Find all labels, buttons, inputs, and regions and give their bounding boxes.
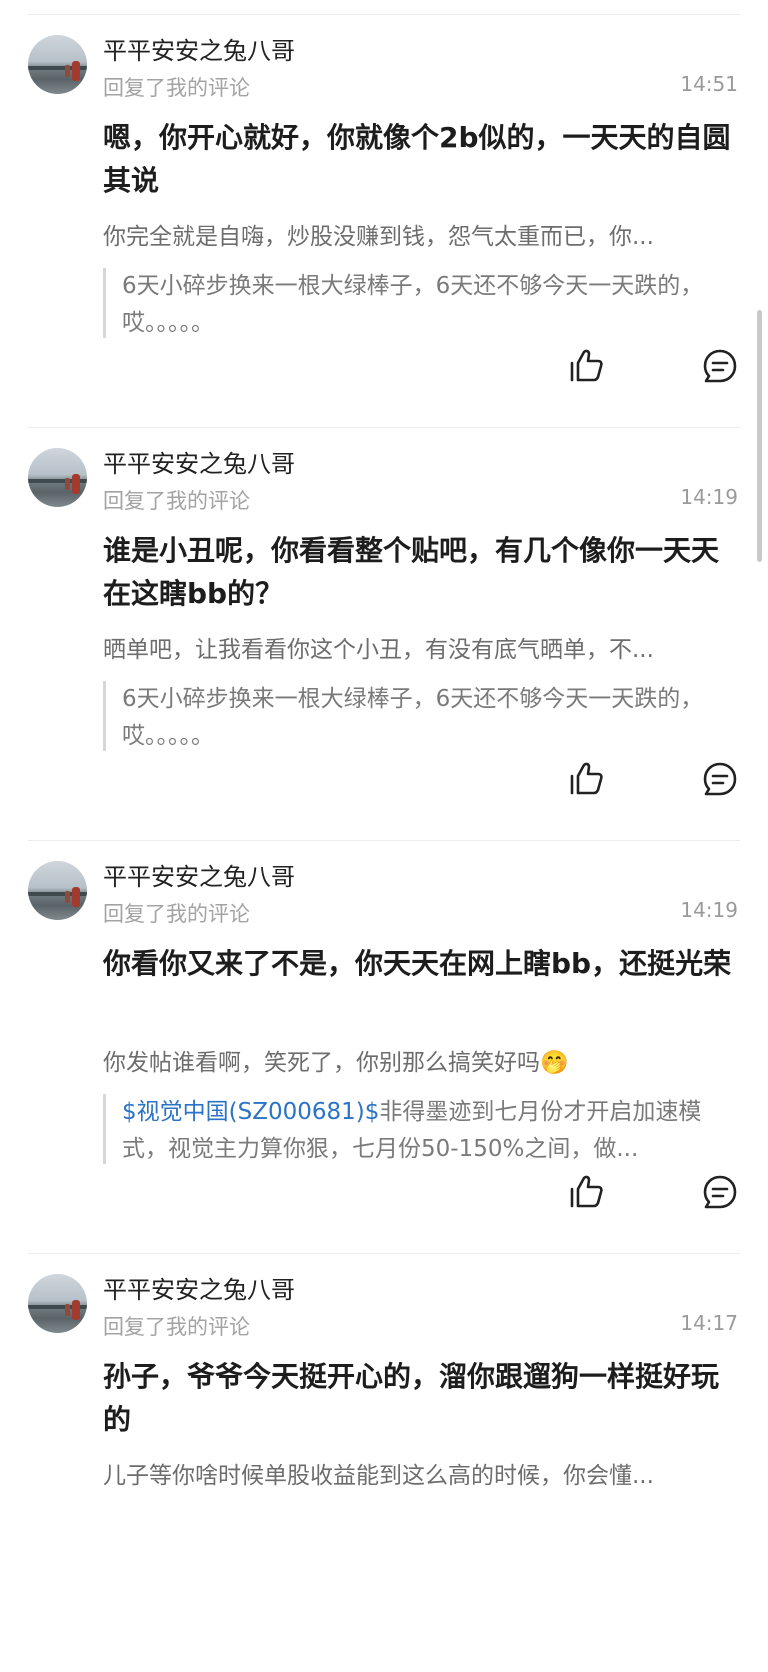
comment-bubble-icon <box>703 1175 737 1209</box>
stock-link[interactable]: $视觉中国(SZ000681)$ <box>122 1099 379 1125</box>
reply-text: 孙子，爷爷今天挺开心的，溜你跟遛狗一样挺好玩的 <box>103 1360 720 1436</box>
avatar[interactable] <box>28 448 87 507</box>
like-button[interactable] <box>566 759 606 799</box>
reply-action: 回复了我的评论 <box>103 1315 250 1339</box>
quoted-post[interactable]: $视觉中国(SZ000681)$非得墨迹到七月份才开启加速模式，视觉主力算你狠，… <box>103 1094 735 1164</box>
quoted-post[interactable]: 6天小碎步换来一根大绿棒子，6天还不够今天一天跌的，哎。。。。。 <box>103 681 735 751</box>
my-comment-text[interactable]: 儿子等你啥时候单股收益能到这么高的时候，你会懂... <box>103 1456 723 1490</box>
my-comment-text[interactable]: 晒单吧，让我看看你这个小丑，有没有底气晒单，不... <box>103 630 723 664</box>
quoted-post-text: 6天小碎步换来一根大绿棒子，6天还不够今天一天跌的，哎。。。。。 <box>122 273 704 336</box>
quoted-post-text: 6天小碎步换来一根大绿棒子，6天还不够今天一天跌的，哎。。。。。 <box>122 686 704 749</box>
avatar[interactable] <box>28 861 87 920</box>
thumbs-up-icon <box>570 1175 603 1208</box>
avatar[interactable] <box>28 35 87 94</box>
timestamp: 14:19 <box>680 898 738 922</box>
reply-card[interactable]: 平平安安之兔八哥 回复了我的评论 14:17 孙子，爷爷今天挺开心的，溜你跟遛狗… <box>0 1259 768 1672</box>
timestamp: 14:19 <box>680 485 738 509</box>
user-name[interactable]: 平平安安之兔八哥 <box>103 31 295 66</box>
reply-text: 谁是小丑呢，你看看整个贴吧，有几个像你一天天在这瞎bb的？ <box>103 534 720 610</box>
reply-card[interactable]: 平平安安之兔八哥 回复了我的评论 14:19 谁是小丑呢，你看看整个贴吧，有几个… <box>0 433 768 846</box>
like-button[interactable] <box>566 1172 606 1212</box>
reply-action: 回复了我的评论 <box>103 489 250 513</box>
avatar[interactable] <box>28 1274 87 1333</box>
reply-action: 回复了我的评论 <box>103 902 250 926</box>
card-divider <box>28 840 740 841</box>
my-comment-text[interactable]: 你发帖谁看啊，笑死了，你别那么搞笑好吗🤭 <box>103 1043 723 1077</box>
comment-bubble-icon <box>703 349 737 383</box>
my-comment-text[interactable]: 你完全就是自嗨，炒股没赚到钱，怨气太重而已，你... <box>103 217 723 251</box>
card-divider <box>28 427 740 428</box>
timestamp: 14:17 <box>680 1311 738 1335</box>
reply-action: 回复了我的评论 <box>103 76 250 100</box>
user-name[interactable]: 平平安安之兔八哥 <box>103 857 295 892</box>
reply-feed: 平平安安之兔八哥 回复了我的评论 14:51 嗯，你开心就好，你就像个2b似的，… <box>0 0 768 1672</box>
comment-button[interactable] <box>700 1172 740 1212</box>
reply-text: 嗯，你开心就好，你就像个2b似的，一天天的自圆其说 <box>103 121 731 197</box>
thumbs-up-icon <box>570 349 603 382</box>
quoted-post[interactable]: 6天小碎步换来一根大绿棒子，6天还不够今天一天跌的，哎。。。。。 <box>103 268 735 338</box>
thumbs-up-icon <box>570 762 603 795</box>
card-divider <box>28 1253 740 1254</box>
comment-button[interactable] <box>700 759 740 799</box>
user-name[interactable]: 平平安安之兔八哥 <box>103 1270 295 1305</box>
user-name[interactable]: 平平安安之兔八哥 <box>103 444 295 479</box>
comment-bubble-icon <box>703 762 737 796</box>
reply-card[interactable]: 平平安安之兔八哥 回复了我的评论 14:51 嗯，你开心就好，你就像个2b似的，… <box>0 20 768 433</box>
scrollbar[interactable] <box>757 310 762 562</box>
reply-card[interactable]: 平平安安之兔八哥 回复了我的评论 14:19 你看你又来了不是，你天天在网上瞎b… <box>0 846 768 1259</box>
comment-button[interactable] <box>700 346 740 386</box>
like-button[interactable] <box>566 346 606 386</box>
reply-text: 你看你又来了不是，你天天在网上瞎bb，还挺光荣 <box>103 947 732 980</box>
timestamp: 14:51 <box>680 72 738 96</box>
